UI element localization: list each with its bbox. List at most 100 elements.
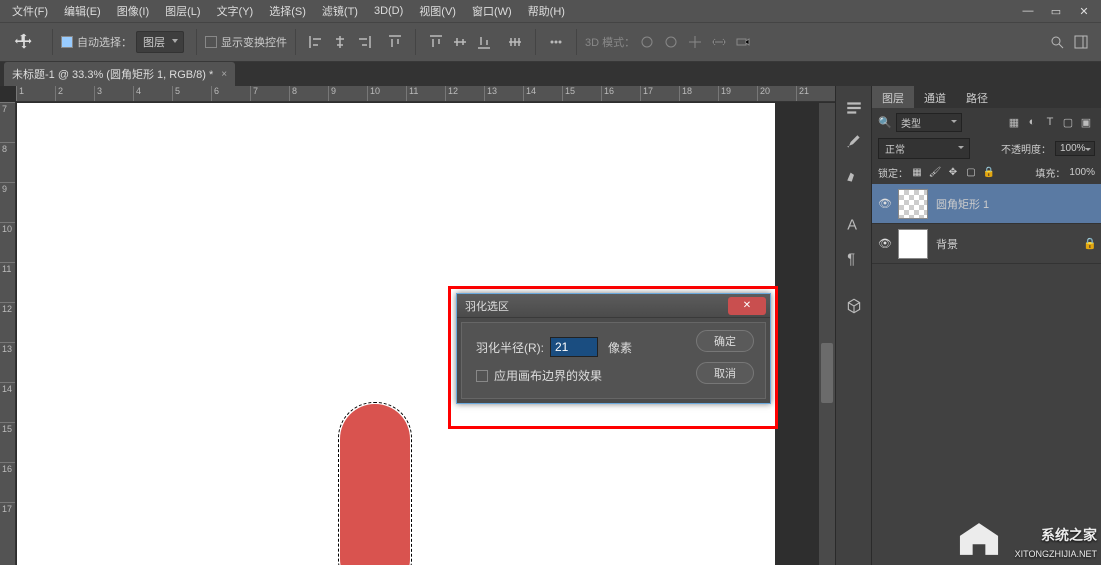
menu-bar: 文件(F) 编辑(E) 图像(I) 图层(L) 文字(Y) 选择(S) 滤镜(T… <box>0 0 1101 22</box>
document-tabs: 未标题-1 @ 33.3% (圆角矩形 1, RGB/8) * × <box>0 62 1101 86</box>
document-tab[interactable]: 未标题-1 @ 33.3% (圆角矩形 1, RGB/8) * × <box>4 62 235 86</box>
layer-row[interactable]: 👁 圆角矩形 1 <box>872 184 1101 224</box>
align-top-icon[interactable] <box>384 31 406 53</box>
lock-transparency-icon[interactable]: ▦ <box>909 167 925 178</box>
show-transform-checkbox[interactable] <box>205 36 217 48</box>
menu-file[interactable]: 文件(F) <box>4 3 56 19</box>
lock-all-icon[interactable]: 🔒 <box>981 167 997 178</box>
3d-panel-icon[interactable] <box>840 292 868 320</box>
paragraph-panel-icon[interactable]: ¶ <box>840 244 868 272</box>
vertical-scrollbar[interactable] <box>819 103 835 565</box>
document-tab-close-icon[interactable]: × <box>221 69 227 80</box>
ok-button[interactable]: 确定 <box>696 330 754 352</box>
tab-paths[interactable]: 路径 <box>956 86 998 108</box>
dialog-titlebar[interactable]: 羽化选区 ✕ <box>457 294 770 318</box>
auto-select-label: 自动选择： <box>77 34 132 50</box>
opacity-label: 不透明度： <box>1001 141 1051 156</box>
auto-select-target-combo[interactable]: 图层 <box>136 31 184 53</box>
feather-dialog: 羽化选区 ✕ 羽化半径(R): 像素 应用画布边界的效果 确定 取消 <box>456 293 771 404</box>
feather-radius-label: 羽化半径(R): <box>476 339 544 356</box>
lock-pixels-icon[interactable]: 🖌 <box>927 167 943 178</box>
more-options-icon[interactable] <box>545 31 567 53</box>
align-v-top-icon[interactable] <box>425 31 447 53</box>
workspace-icon[interactable] <box>1070 31 1092 53</box>
3d-camera-icon[interactable] <box>732 31 754 53</box>
brush-settings-panel-icon[interactable] <box>840 162 868 190</box>
3d-pan-icon[interactable] <box>684 31 706 53</box>
layers-panel: 图层 通道 路径 🔍 类型 ▦ ◐ T ▢ ▣ 正常 不透明度： 100% 锁定… <box>871 86 1101 565</box>
layer-thumbnail[interactable] <box>898 229 928 259</box>
filter-smart-icon[interactable]: ▣ <box>1077 116 1095 129</box>
lock-label: 锁定： <box>878 165 908 180</box>
tab-channels[interactable]: 通道 <box>914 86 956 108</box>
apply-canvas-bounds-checkbox[interactable] <box>476 370 488 382</box>
opacity-value[interactable]: 100% <box>1055 141 1095 156</box>
document-tab-title: 未标题-1 @ 33.3% (圆角矩形 1, RGB/8) * <box>12 66 213 82</box>
layer-name[interactable]: 圆角矩形 1 <box>936 196 989 212</box>
cancel-button[interactable]: 取消 <box>696 362 754 384</box>
align-center-h-icon[interactable] <box>329 31 351 53</box>
history-panel-icon[interactable] <box>840 94 868 122</box>
tab-layers[interactable]: 图层 <box>872 86 914 108</box>
vertical-ruler[interactable]: 7891011121314151617 <box>0 102 16 565</box>
layer-visibility-icon[interactable]: 👁 <box>878 197 898 210</box>
maximize-button[interactable]: ▭ <box>1043 2 1069 20</box>
feather-radius-input[interactable] <box>550 337 598 357</box>
3d-orbit-icon[interactable] <box>636 31 658 53</box>
layer-visibility-icon[interactable]: 👁 <box>878 237 898 250</box>
auto-select-checkbox[interactable] <box>61 36 73 48</box>
filter-shape-icon[interactable]: ▢ <box>1059 116 1077 129</box>
move-tool-icon[interactable] <box>8 26 40 58</box>
collapsed-panel-rail: A ¶ <box>835 86 871 565</box>
align-v-bottom-icon[interactable] <box>473 31 495 53</box>
brush-panel-icon[interactable] <box>840 128 868 156</box>
vertical-scrollbar-thumb[interactable] <box>821 343 833 403</box>
filter-type-combo[interactable]: 类型 <box>896 113 962 132</box>
layer-row[interactable]: 👁 背景 🔒 <box>872 224 1101 264</box>
align-right-icon[interactable] <box>353 31 375 53</box>
layer-name[interactable]: 背景 <box>936 236 958 252</box>
menu-type[interactable]: 文字(Y) <box>209 3 262 19</box>
lock-artboard-icon[interactable]: ▢ <box>963 167 979 178</box>
menu-help[interactable]: 帮助(H) <box>520 3 573 19</box>
search-icon[interactable] <box>1046 31 1068 53</box>
character-panel-icon[interactable]: A <box>840 210 868 238</box>
fill-value[interactable]: 100% <box>1069 167 1095 178</box>
menu-edit[interactable]: 编辑(E) <box>56 3 109 19</box>
show-transform-label: 显示变换控件 <box>221 34 287 50</box>
fill-label: 填充： <box>1035 165 1065 180</box>
horizontal-ruler[interactable]: 123456789101112131415161718192021 <box>16 86 835 102</box>
options-toolbar: 自动选择： 图层 显示变换控件 3D 模式： <box>0 22 1101 62</box>
close-button[interactable]: ✕ <box>1071 2 1097 20</box>
canvas-area: 123456789101112131415161718192021 789101… <box>0 86 835 565</box>
minimize-button[interactable]: — <box>1015 2 1041 20</box>
menu-3d[interactable]: 3D(D) <box>366 5 411 17</box>
rounded-rectangle-shape[interactable] <box>340 404 410 565</box>
3d-slide-icon[interactable] <box>708 31 730 53</box>
menu-view[interactable]: 视图(V) <box>411 3 464 19</box>
apply-canvas-bounds-label: 应用画布边界的效果 <box>494 367 602 384</box>
svg-text:A: A <box>847 218 857 233</box>
3d-roll-icon[interactable] <box>660 31 682 53</box>
align-left-icon[interactable] <box>305 31 327 53</box>
filter-pixel-icon[interactable]: ▦ <box>1005 116 1023 129</box>
filter-type-icon[interactable]: T <box>1041 116 1059 128</box>
layer-lock-icon: 🔒 <box>1083 237 1095 250</box>
lock-position-icon[interactable]: ✥ <box>945 167 961 178</box>
feather-radius-unit: 像素 <box>608 339 632 356</box>
blend-mode-combo[interactable]: 正常 <box>878 138 970 159</box>
menu-layer[interactable]: 图层(L) <box>157 3 208 19</box>
panel-tabs: 图层 通道 路径 <box>872 86 1101 108</box>
dialog-close-button[interactable]: ✕ <box>728 297 766 315</box>
filter-search-icon[interactable]: 🔍 <box>878 116 892 129</box>
svg-text:¶: ¶ <box>847 252 855 267</box>
align-v-center-icon[interactable] <box>449 31 471 53</box>
layer-thumbnail[interactable] <box>898 189 928 219</box>
filter-adjustment-icon[interactable]: ◐ <box>1023 116 1041 128</box>
dialog-title: 羽化选区 <box>465 298 509 314</box>
distribute-icon[interactable] <box>504 31 526 53</box>
menu-select[interactable]: 选择(S) <box>261 3 314 19</box>
menu-window[interactable]: 窗口(W) <box>464 3 520 19</box>
menu-filter[interactable]: 滤镜(T) <box>314 3 366 19</box>
menu-image[interactable]: 图像(I) <box>109 3 157 19</box>
